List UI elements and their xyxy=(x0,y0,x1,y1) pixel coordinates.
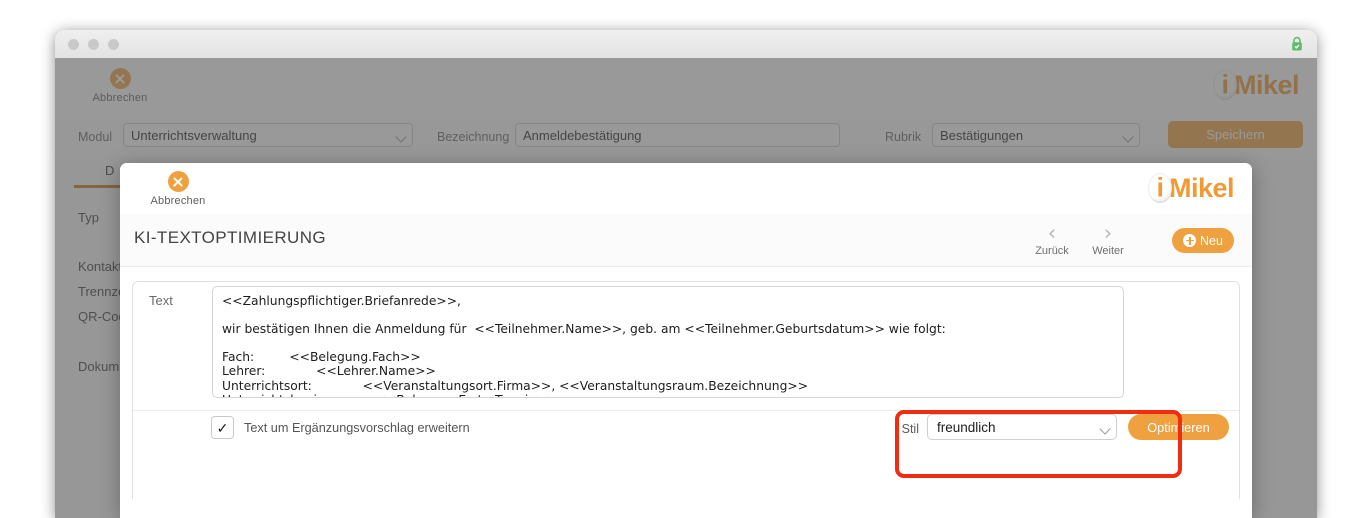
text-input-area[interactable]: <<Zahlungspflichtiger.Briefanrede>>, wir… xyxy=(212,286,1124,398)
expand-suggestion-label: Text um Ergänzungsvorschlag erweitern xyxy=(244,420,470,435)
save-button[interactable]: Speichern xyxy=(1168,121,1303,148)
panel-footer: ✓ Text um Ergänzungsvorschlag erweitern … xyxy=(133,410,1239,504)
imikel-logo: Mikel xyxy=(1212,70,1300,101)
text-optimization-panel: Text <<Zahlungspflichtiger.Briefanrede>>… xyxy=(132,281,1240,504)
expand-suggestion-row[interactable]: ✓ Text um Ergänzungsvorschlag erweitern xyxy=(211,416,470,439)
optimize-button[interactable]: Optimieren xyxy=(1128,414,1229,440)
chevron-left-icon: ‹ xyxy=(1047,221,1057,245)
rubrik-select[interactable]: Bestätigungen xyxy=(932,123,1140,147)
stil-select-value: freundlich xyxy=(937,420,996,435)
modul-select[interactable]: Unterrichtsverwaltung xyxy=(123,123,413,147)
new-button-label: Neu xyxy=(1200,233,1223,248)
bezeichnung-input-value: Anmeldebestätigung xyxy=(523,128,642,143)
sidebar-item-dokument[interactable]: Dokum xyxy=(78,359,119,374)
imikel-logo-text: Mikel xyxy=(1233,70,1300,100)
back-button-label: Zurück xyxy=(1035,245,1069,257)
next-button[interactable]: › Weiter xyxy=(1080,222,1136,257)
imikel-logo-i-icon xyxy=(1212,70,1237,100)
close-x-icon xyxy=(167,171,189,192)
window-minimize-button[interactable] xyxy=(88,39,99,50)
modul-select-value: Unterrichtsverwaltung xyxy=(131,128,257,143)
chevron-right-icon: › xyxy=(1103,221,1113,245)
tab-dokument[interactable]: D xyxy=(105,163,114,178)
imikel-logo-i-icon xyxy=(1147,173,1172,203)
chevron-down-icon xyxy=(1122,131,1134,143)
sidebar-item-qrcode[interactable]: QR-Cod xyxy=(78,309,126,324)
expand-suggestion-checkbox[interactable]: ✓ xyxy=(211,416,234,439)
application-form-row: Modul Unterrichtsverwaltung Bezeichnung … xyxy=(55,114,1317,159)
rubrik-label: Rubrik xyxy=(885,130,922,144)
back-button[interactable]: ‹ Zurück xyxy=(1024,222,1080,257)
dialog-cancel-label: Abbrechen xyxy=(150,195,206,207)
page-title: KI-TEXTOPTIMIERUNG xyxy=(134,228,327,247)
sidebar-item-trennzeile[interactable]: Trennze xyxy=(78,284,125,299)
text-field-label: Text xyxy=(149,293,173,308)
dialog-header: KI-TEXTOPTIMIERUNG ‹ Zurück › Weiter Neu xyxy=(120,214,1252,267)
dialog-cancel-button[interactable]: Abbrechen xyxy=(143,171,213,207)
ki-textoptimierung-dialog: Abbrechen Mikel KI-TEXTOPTIMIERUNG ‹ Zur… xyxy=(120,163,1252,518)
window-maximize-button[interactable] xyxy=(108,39,119,50)
chevron-down-icon xyxy=(395,131,407,143)
window-titlebar xyxy=(55,30,1317,59)
stil-select[interactable]: freundlich xyxy=(927,414,1117,440)
bezeichnung-input[interactable]: Anmeldebestätigung xyxy=(515,123,840,147)
bezeichnung-label: Bezeichnung xyxy=(437,130,510,144)
imikel-logo: Mikel xyxy=(1147,173,1235,204)
rubrik-select-value: Bestätigungen xyxy=(940,128,1024,143)
lock-icon xyxy=(1290,36,1304,52)
next-button-label: Weiter xyxy=(1092,245,1124,257)
stil-label: Stil xyxy=(901,422,919,436)
dialog-toolbar: Abbrechen Mikel xyxy=(120,163,1252,215)
window-close-button[interactable] xyxy=(68,39,79,50)
cancel-button[interactable]: Abbrechen xyxy=(85,68,155,104)
new-button[interactable]: Neu xyxy=(1172,228,1234,253)
chevron-down-icon xyxy=(1099,423,1111,435)
sidebar-item-typ[interactable]: Typ xyxy=(78,210,99,225)
application-toolbar: Abbrechen Mikel xyxy=(55,58,1317,115)
cancel-button-label: Abbrechen xyxy=(92,92,148,104)
sidebar-item-kontakt[interactable]: Kontakt xyxy=(78,259,122,274)
imikel-logo-text: Mikel xyxy=(1168,173,1235,203)
plus-icon xyxy=(1183,234,1197,247)
modul-label: Modul xyxy=(78,130,113,144)
close-x-icon xyxy=(109,68,131,89)
